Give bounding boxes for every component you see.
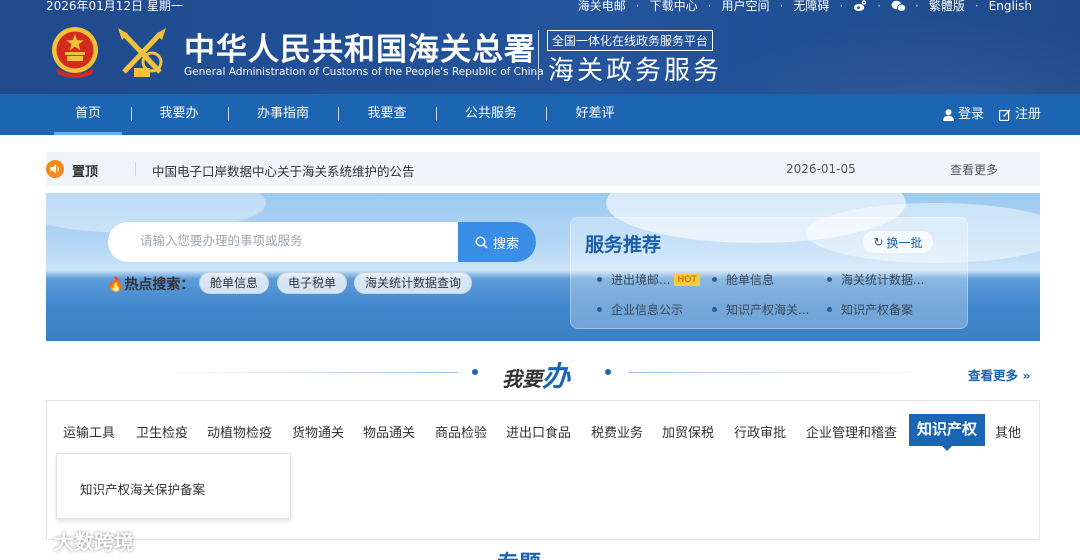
tab-tax-business[interactable]: 税费业务	[591, 422, 643, 441]
tab-import-export-food[interactable]: 进出口食品	[506, 422, 571, 441]
login-link[interactable]: 登录	[943, 94, 984, 135]
site-title-en: General Administration of Customs of the…	[184, 66, 544, 78]
nav-separator	[131, 107, 132, 121]
refresh-icon: ↻	[873, 235, 884, 249]
nav-item-public-service[interactable]: 公共服务	[456, 94, 526, 135]
section-dot	[472, 369, 478, 375]
tab-intellectual-property[interactable]: 知识产权	[909, 414, 986, 451]
separator: ·	[914, 0, 919, 13]
speaker-icon	[46, 160, 64, 178]
current-date: 2026年01月12日 星期一	[46, 0, 183, 13]
tab-health-quarantine[interactable]: 卫生检疫	[136, 422, 188, 441]
register-link[interactable]: 注册	[999, 94, 1041, 135]
tab-animal-plant-quarantine[interactable]: 动植物检疫	[207, 422, 272, 441]
nav-item-handle[interactable]: 我要办	[150, 94, 208, 135]
section-divider-left	[158, 372, 458, 373]
category-tabs-panel: 运输工具 卫生检疫 动植物检疫 货物通关 物品通关 商品检验 进出口食品 税费业…	[46, 400, 1040, 540]
nav-item-guide[interactable]: 办事指南	[248, 94, 318, 135]
site-header: 2026年01月12日 星期一 海关电邮 · 下载中心 · 用户空间 · 无障碍…	[0, 0, 1080, 94]
switch-batch-button[interactable]: ↻ 换一批	[863, 231, 933, 253]
title-divider	[538, 30, 539, 80]
fire-icon: 🔥	[107, 277, 125, 293]
search-input[interactable]	[140, 233, 440, 248]
hot-search-label: 🔥热点搜索：	[107, 277, 195, 293]
edit-icon	[999, 109, 1011, 121]
service-recommend-panel: 服务推荐 ↻ 换一批 进出境邮... HOT 舱单信息 海关统计数据... 企业信…	[570, 217, 968, 329]
nav-item-rating[interactable]: 好差评	[566, 94, 624, 135]
separator: ·	[839, 0, 844, 13]
customs-emblem-logo[interactable]	[112, 24, 172, 82]
tab-admin-approval[interactable]: 行政审批	[734, 422, 786, 441]
section-title: 我要办	[502, 360, 571, 393]
separator: ·	[877, 0, 881, 13]
search-box	[108, 222, 460, 262]
tab-commodity-inspection[interactable]: 商品检验	[435, 422, 487, 441]
nav-separator	[546, 107, 547, 121]
nav-separator	[228, 107, 229, 121]
watermark-logo-icon	[9, 533, 47, 548]
register-label: 注册	[1015, 106, 1042, 122]
tab-processing-bonded[interactable]: 加贸保税	[662, 422, 714, 441]
hot-badge: HOT	[674, 273, 700, 286]
email-link[interactable]: 海关电邮	[578, 0, 626, 14]
next-section-title: 专题	[497, 546, 541, 560]
recommend-item[interactable]: 舱单信息	[712, 271, 774, 288]
recommend-title: 服务推荐	[585, 234, 662, 256]
hot-search-tag[interactable]: 舱单信息	[199, 272, 270, 294]
platform-tag: 全国一体化在线政务服务平台	[547, 30, 714, 51]
subcategory-panel: 知识产权海关保护备案	[56, 453, 291, 519]
traditional-chinese-link[interactable]: 繁體版	[929, 0, 965, 14]
login-label: 登录	[958, 106, 985, 122]
user-space-link[interactable]: 用户空间	[721, 0, 769, 14]
notice-date: 2026-01-05	[786, 162, 856, 176]
search-banner: 搜索 🔥热点搜索： 舱单信息 电子税单 海关统计数据查询 服务推荐 ↻ 换一批 …	[46, 193, 1040, 341]
user-icon	[943, 108, 954, 121]
pinned-notice-bar: 置顶 中国电子口岸数据中心关于海关系统维护的公告 2026-01-05 查看更多	[46, 152, 1040, 186]
separator: ·	[974, 0, 979, 13]
weibo-icon[interactable]	[853, 0, 867, 12]
search-button[interactable]: 搜索	[458, 222, 536, 262]
tab-article-clearance[interactable]: 物品通关	[363, 422, 415, 441]
nav-separator	[436, 107, 437, 121]
search-button-label: 搜索	[492, 236, 519, 252]
nav-separator	[338, 107, 339, 121]
english-link[interactable]: English	[989, 0, 1032, 13]
wechat-icon[interactable]	[891, 0, 907, 12]
notice-more-link[interactable]: 查看更多	[950, 161, 998, 178]
recommend-item[interactable]: 企业信息公示	[597, 301, 683, 318]
section-divider-right	[628, 372, 928, 373]
tab-goods-clearance[interactable]: 货物通关	[292, 422, 344, 441]
pinned-label: 置顶	[72, 165, 99, 180]
recommend-item[interactable]: 海关统计数据...	[827, 271, 924, 288]
nav-item-home[interactable]: 首页	[54, 94, 122, 135]
double-chevron-right-icon: »	[1022, 368, 1031, 383]
accessibility-link[interactable]: 无障碍	[793, 0, 829, 14]
notice-separator	[135, 162, 136, 176]
notice-link[interactable]: 中国电子口岸数据中心关于海关系统维护的公告	[152, 161, 415, 180]
section-more-link[interactable]: 查看更多 »	[968, 365, 1030, 384]
site-title-cn: 中华人民共和国海关总署	[184, 32, 536, 68]
separator: ·	[779, 0, 784, 13]
header-decoration	[660, 0, 1080, 94]
nav-item-query[interactable]: 我要查	[358, 94, 416, 135]
top-links-bar: 海关电邮 · 下载中心 · 用户空间 · 无障碍 · · · 繁體版 · Eng…	[578, 0, 1032, 14]
tab-enterprise-management[interactable]: 企业管理和稽查	[806, 422, 897, 441]
national-emblem-logo[interactable]	[48, 24, 102, 80]
tab-transport[interactable]: 运输工具	[63, 422, 115, 441]
watermark: 大数跨境	[8, 526, 134, 555]
section-dot	[605, 369, 611, 375]
hot-search-tag[interactable]: 电子税单	[277, 272, 348, 294]
recommend-item[interactable]: 知识产权备案	[827, 301, 913, 318]
separator: ·	[707, 0, 712, 13]
main-nav: 首页 我要办 办事指南 我要查 公共服务 好差评 登录 注册	[0, 94, 1080, 135]
platform-name: 海关政务服务	[548, 56, 723, 86]
recommend-item[interactable]: 知识产权海关...	[712, 301, 809, 318]
tab-other[interactable]: 其他	[995, 422, 1021, 441]
search-icon	[475, 235, 488, 249]
separator: ·	[635, 0, 640, 13]
download-center-link[interactable]: 下载中心	[650, 0, 698, 14]
subcategory-item[interactable]: 知识产权海关保护备案	[80, 479, 205, 498]
recommend-item[interactable]: 进出境邮... HOT	[597, 271, 700, 288]
hot-search-tag[interactable]: 海关统计数据查询	[354, 272, 473, 294]
